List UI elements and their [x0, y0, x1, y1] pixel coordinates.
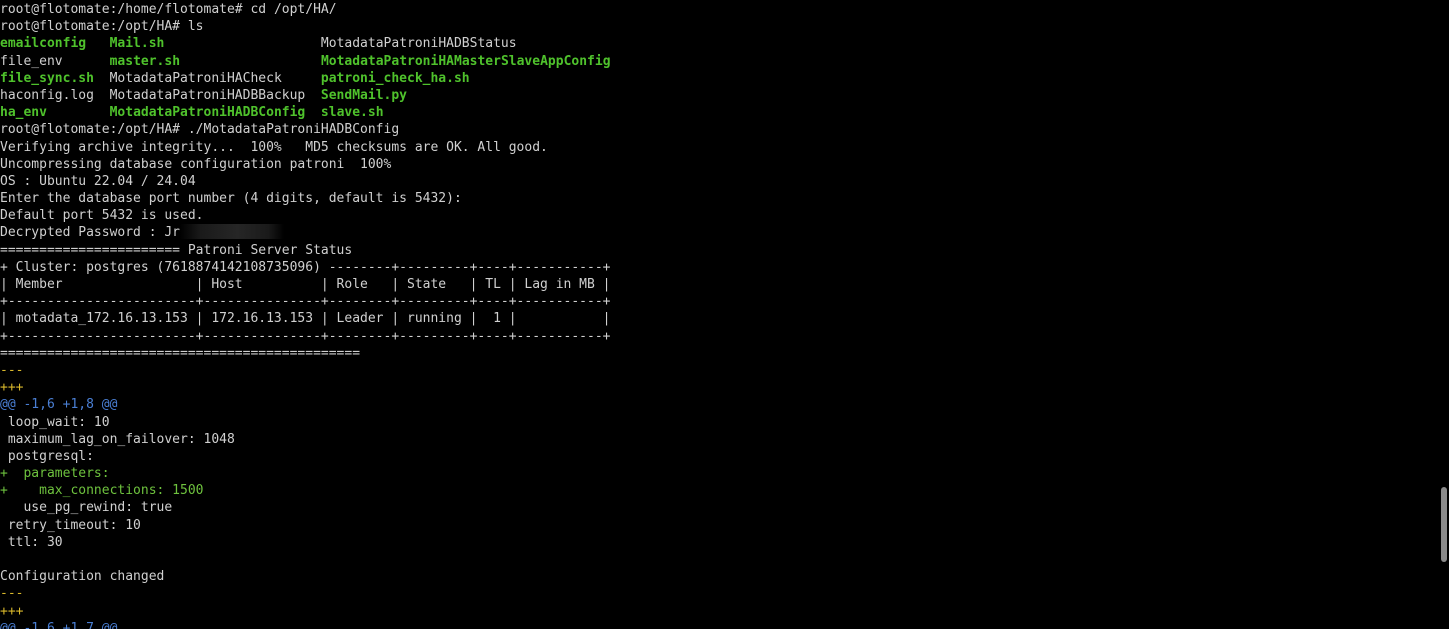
output-line: Configuration changed — [0, 569, 165, 585]
command-text: ./MotadataPatroniHADBConfig — [180, 122, 400, 138]
command-text: cd /opt/HA/ — [242, 2, 337, 17]
table-header-row: | Member | Host | Role | State | TL | La… — [0, 277, 611, 292]
shell-prompt: root@flotomate:/home/flotomate# — [0, 2, 243, 17]
ls-row: emailconfig Mail.sh MotadataPatroniHADBS… — [0, 35, 1435, 52]
shell-prompt: root@flotomate:/opt/HA# — [0, 19, 181, 35]
diff-hunk: @@ -1,6 +1,7 @@ — [0, 620, 118, 629]
scrollbar-track[interactable] — [1435, 0, 1449, 629]
ls-entry: master.sh — [109, 53, 181, 69]
diff-plus: +++ — [0, 380, 24, 396]
table-border: +------------------------+--------------… — [0, 328, 611, 344]
ls-entry: emailconfig — [0, 36, 87, 52]
table-border: + Cluster: postgres (7618874142108735096… — [0, 259, 611, 275]
table-border: +------------------------+--------------… — [0, 294, 611, 310]
ls-entry: Mail.sh — [109, 36, 165, 52]
diff-minus: --- — [0, 362, 24, 378]
ls-entry: haconfig.log — [0, 87, 94, 103]
output-line: OS : Ubuntu 22.04 / 24.04 — [0, 173, 196, 189]
diff-hunk: @@ -1,6 +1,8 @@ — [0, 397, 118, 413]
config-line: ttl: 30 — [0, 534, 63, 550]
ls-listing: emailconfig Mail.sh MotadataPatroniHADBS… — [0, 35, 1435, 121]
output-line: Verifying archive integrity... 100% MD5 … — [0, 139, 548, 155]
ls-entry: ha_env — [0, 105, 47, 121]
table-row: | motadata_172.16.13.153 | 172.16.13.153… — [0, 311, 611, 327]
terminal-line: root@flotomate:/home/flotomate# cd /opt/… — [0, 1, 1435, 18]
command-text: ls — [180, 19, 204, 35]
diff-plus: +++ — [0, 603, 24, 619]
config-line: use_pg_rewind: true — [0, 500, 173, 516]
config-line: postgresql: — [0, 448, 94, 464]
output-line: Uncompressing database configuration pat… — [0, 156, 392, 172]
shell-prompt: root@flotomate:/opt/HA# — [0, 122, 181, 138]
ls-entry: MotadataPatroniHAMasterSlaveAppConfig — [320, 53, 611, 69]
ls-entry: MotadataPatroniHADBConfig — [109, 105, 306, 121]
diff-minus: --- — [0, 586, 24, 602]
ls-entry: slave.sh — [320, 105, 384, 121]
status-header: ======================= Patroni Server S… — [0, 242, 353, 258]
password-label: Decrypted Password : Jr — [0, 225, 181, 241]
config-line: maximum_lag_on_failover: 1048 — [0, 431, 235, 447]
ls-entry: MotadataPatroniHACheck — [109, 70, 282, 86]
ls-entry: file_env — [0, 53, 63, 69]
ls-entry: file_sync.sh — [0, 70, 94, 86]
ls-row: file_env master.sh MotadataPatroniHAMast… — [0, 53, 1435, 70]
output-line: Default port 5432 is used. — [0, 208, 204, 224]
config-added-line: + max_connections: 1500 — [0, 483, 204, 499]
ls-row: ha_env MotadataPatroniHADBConfig slave.s… — [0, 104, 1435, 121]
ls-row: file_sync.sh MotadataPatroniHACheck patr… — [0, 70, 1435, 87]
config-line: loop_wait: 10 — [0, 414, 110, 430]
scrollbar-thumb[interactable] — [1441, 487, 1447, 562]
terminal-output[interactable]: root@flotomate:/home/flotomate# cd /opt/… — [0, 0, 1435, 629]
redacted-password — [180, 224, 285, 240]
ls-entry: MotadataPatroniHADBStatus — [320, 36, 517, 52]
status-footer: ========================================… — [0, 345, 361, 361]
ls-entry: MotadataPatroniHADBBackup — [109, 87, 306, 103]
ls-entry: SendMail.py — [320, 87, 407, 103]
output-line: Decrypted Password : Jr — [0, 224, 1435, 241]
ls-entry: patroni_check_ha.sh — [320, 70, 470, 86]
terminal-line: root@flotomate:/opt/HA# ./MotadataPatron… — [0, 121, 1435, 138]
output-line: Enter the database port number (4 digits… — [0, 191, 462, 207]
config-line: retry_timeout: 10 — [0, 517, 141, 533]
ls-row: haconfig.log MotadataPatroniHADBBackup S… — [0, 87, 1435, 104]
terminal-line: root@flotomate:/opt/HA# ls — [0, 18, 1435, 35]
config-added-line: + parameters: — [0, 466, 110, 482]
